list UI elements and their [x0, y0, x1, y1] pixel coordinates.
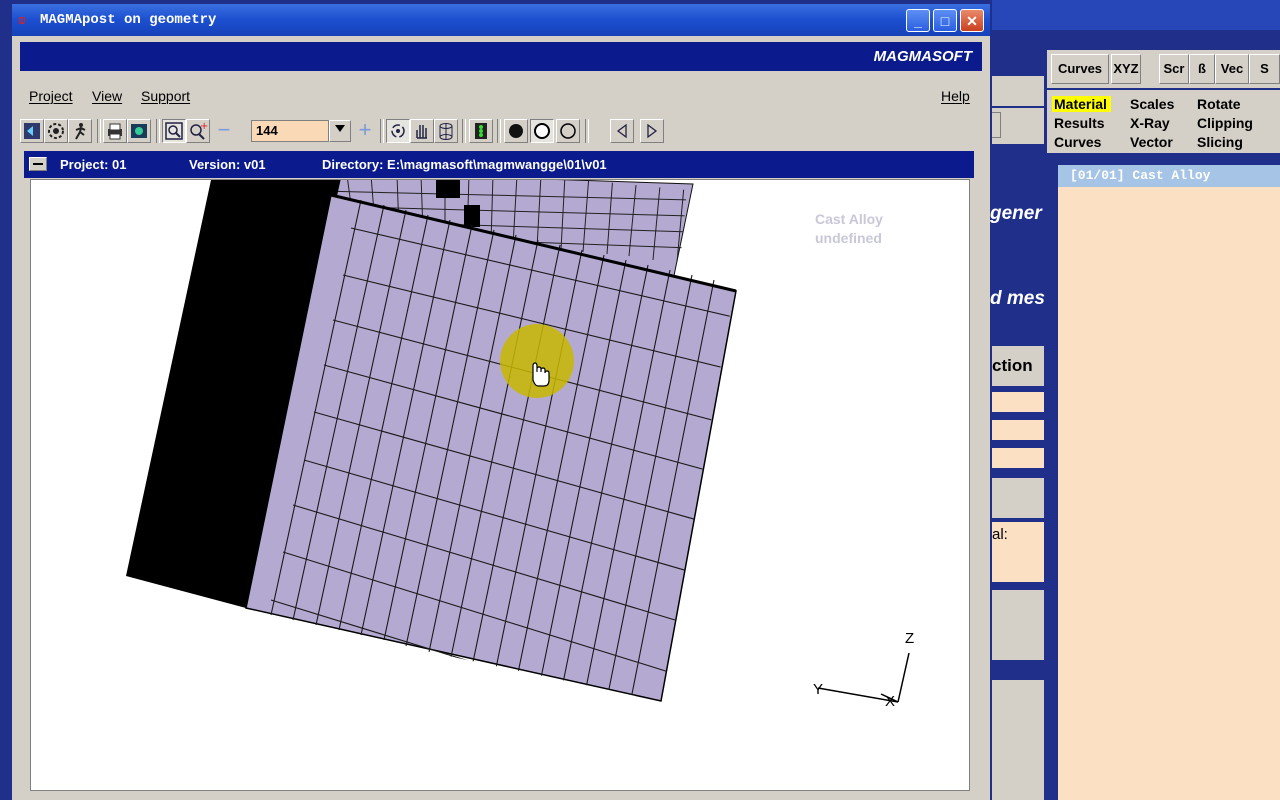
- snapshot-icon[interactable]: [127, 119, 151, 143]
- 3d-viewport[interactable]: Cast Alloy undefined Z Y X: [30, 179, 970, 791]
- menu-support[interactable]: Support: [141, 88, 190, 104]
- right-tab-row: Curves XYZ Scr ß Vec S: [1047, 50, 1280, 88]
- mesh-main-face: [245, 193, 737, 702]
- background-strip: [992, 680, 1044, 800]
- tab-s[interactable]: S: [1249, 54, 1280, 84]
- background-titlebar: [992, 0, 1280, 30]
- option-results[interactable]: Results: [1054, 115, 1105, 131]
- close-button[interactable]: ✕: [960, 9, 984, 32]
- material-name: Cast Alloy: [815, 211, 883, 227]
- previous-icon[interactable]: [610, 119, 634, 143]
- axis-y-label: Y: [813, 681, 823, 698]
- brand-name: MAGMASOFT: [873, 48, 972, 65]
- axis-z-label: Z: [905, 630, 914, 647]
- brand-bar: MAGMASOFT: [20, 42, 982, 71]
- material-status: undefined: [815, 230, 882, 246]
- project-info-bar: Project: 01 Version: v01 Directory: E:\m…: [24, 151, 974, 178]
- option-vector[interactable]: Vector: [1130, 134, 1173, 150]
- tab-xyz[interactable]: XYZ: [1111, 54, 1141, 84]
- background-label-action: ction: [992, 356, 1033, 375]
- background-label-gener: gener: [990, 203, 1042, 224]
- list-item[interactable]: [01/01] Cast Alloy: [1058, 165, 1280, 187]
- print-icon[interactable]: [103, 119, 127, 143]
- background-field[interactable]: [992, 420, 1044, 440]
- volume-icon[interactable]: [434, 119, 458, 143]
- material-list: [01/01] Cast Alloy: [1058, 165, 1280, 800]
- traffic-light-icon[interactable]: [469, 119, 493, 143]
- rotate-icon[interactable]: [386, 119, 410, 143]
- toolbar-separator: [380, 119, 384, 143]
- window-title: MAGMApost on geometry: [40, 12, 217, 28]
- minimize-button[interactable]: _: [906, 9, 930, 32]
- run-icon[interactable]: [68, 119, 92, 143]
- tab-curves[interactable]: Curves: [1051, 54, 1109, 84]
- menu-help[interactable]: Help: [941, 88, 970, 104]
- toolbar-separator: [97, 119, 101, 143]
- zoom-in-icon[interactable]: +: [186, 119, 210, 143]
- menu-bar: Project View Support Help: [20, 82, 982, 112]
- toolbar-separator: [462, 119, 466, 143]
- tab-beta[interactable]: ß: [1189, 54, 1215, 84]
- svg-text:+: +: [200, 121, 208, 132]
- option-curves[interactable]: Curves: [1054, 134, 1101, 150]
- option-rotate[interactable]: Rotate: [1197, 96, 1241, 112]
- background-strip: [992, 590, 1044, 660]
- pan-hand-icon[interactable]: [410, 119, 434, 143]
- background-strip: [992, 108, 1044, 144]
- option-material[interactable]: Material: [1052, 96, 1111, 112]
- title-bar[interactable]: ₪ MAGMApost on geometry _ □ ✕: [12, 4, 990, 36]
- toolbar: + − 144 +: [20, 115, 982, 149]
- settings-icon[interactable]: [44, 119, 68, 143]
- cursor-highlight: [500, 324, 574, 398]
- exit-icon[interactable]: [20, 119, 44, 143]
- axis-x-label: X: [885, 693, 895, 710]
- toolbar-separator: [156, 119, 160, 143]
- option-xray[interactable]: X-Ray: [1130, 115, 1170, 131]
- option-scales[interactable]: Scales: [1130, 96, 1174, 112]
- maximize-button[interactable]: □: [933, 9, 957, 32]
- option-slicing[interactable]: Slicing: [1197, 134, 1243, 150]
- zoom-out-icon[interactable]: −: [212, 119, 236, 143]
- tab-scr[interactable]: Scr: [1159, 54, 1189, 84]
- zoom-plus-icon[interactable]: +: [353, 119, 377, 143]
- next-icon[interactable]: [640, 119, 664, 143]
- menu-view[interactable]: View: [92, 88, 122, 104]
- solid-shading-icon[interactable]: [504, 119, 528, 143]
- directory-label: Directory: E:\magmasoft\magmwangge\01\v0…: [322, 157, 607, 172]
- project-label: Project: 01: [60, 157, 127, 172]
- background-field-material: al:: [992, 522, 1044, 582]
- background-label-material: al:: [992, 526, 1008, 543]
- app-logo-icon: ₪: [18, 13, 26, 28]
- material-legend: Cast Alloy undefined: [815, 210, 883, 248]
- version-label: Version: v01: [189, 157, 266, 172]
- axis-triad-icon: Z Y X: [813, 630, 914, 710]
- toolbar-separator: [585, 119, 589, 143]
- background-label-mesh: d mes: [990, 288, 1045, 309]
- main-window: ₪ MAGMApost on geometry _ □ ✕ MAGMASOFT …: [12, 4, 990, 800]
- background-field[interactable]: [992, 448, 1044, 468]
- background-strip: [992, 76, 1044, 106]
- display-options-panel: Material Scales Rotate Results X-Ray Cli…: [1047, 90, 1280, 153]
- zoom-fit-icon[interactable]: [162, 119, 186, 143]
- zoom-input[interactable]: 144: [251, 120, 329, 142]
- collapse-button[interactable]: [29, 157, 47, 171]
- outline-shading-icon[interactable]: [530, 119, 554, 143]
- background-field[interactable]: [992, 392, 1044, 412]
- background-section: ction: [992, 346, 1044, 386]
- option-clipping[interactable]: Clipping: [1197, 115, 1253, 131]
- background-strip: [992, 478, 1044, 518]
- zoom-dropdown-button[interactable]: [329, 120, 351, 142]
- toolbar-separator: [497, 119, 501, 143]
- tab-vec[interactable]: Vec: [1215, 54, 1249, 84]
- menu-project[interactable]: Project: [29, 88, 73, 104]
- wire-shading-icon[interactable]: [556, 119, 580, 143]
- viewport-frame: Project: 01 Version: v01 Directory: E:\m…: [24, 151, 974, 791]
